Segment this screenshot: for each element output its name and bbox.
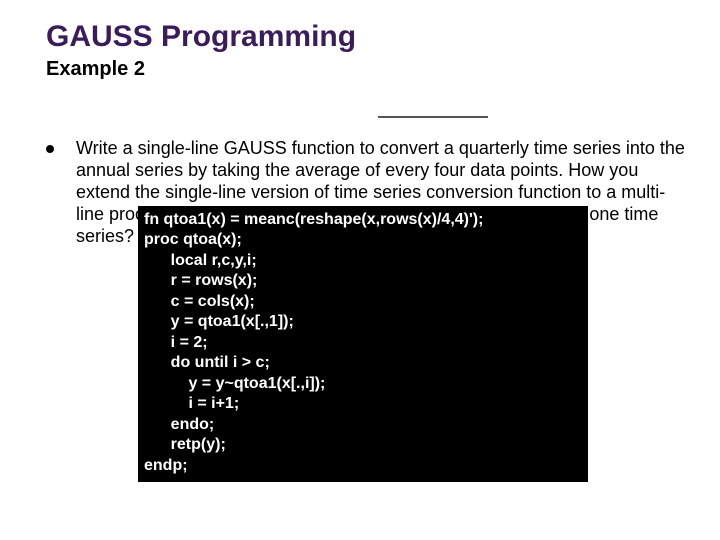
page-title: GAUSS Programming (0, 0, 720, 58)
divider (378, 116, 488, 118)
code-block: fn qtoa1(x) = meanc(reshape(x,rows(x)/4,… (138, 206, 588, 482)
bullet-icon (46, 145, 54, 153)
page-subtitle: Example 2 (0, 58, 720, 81)
